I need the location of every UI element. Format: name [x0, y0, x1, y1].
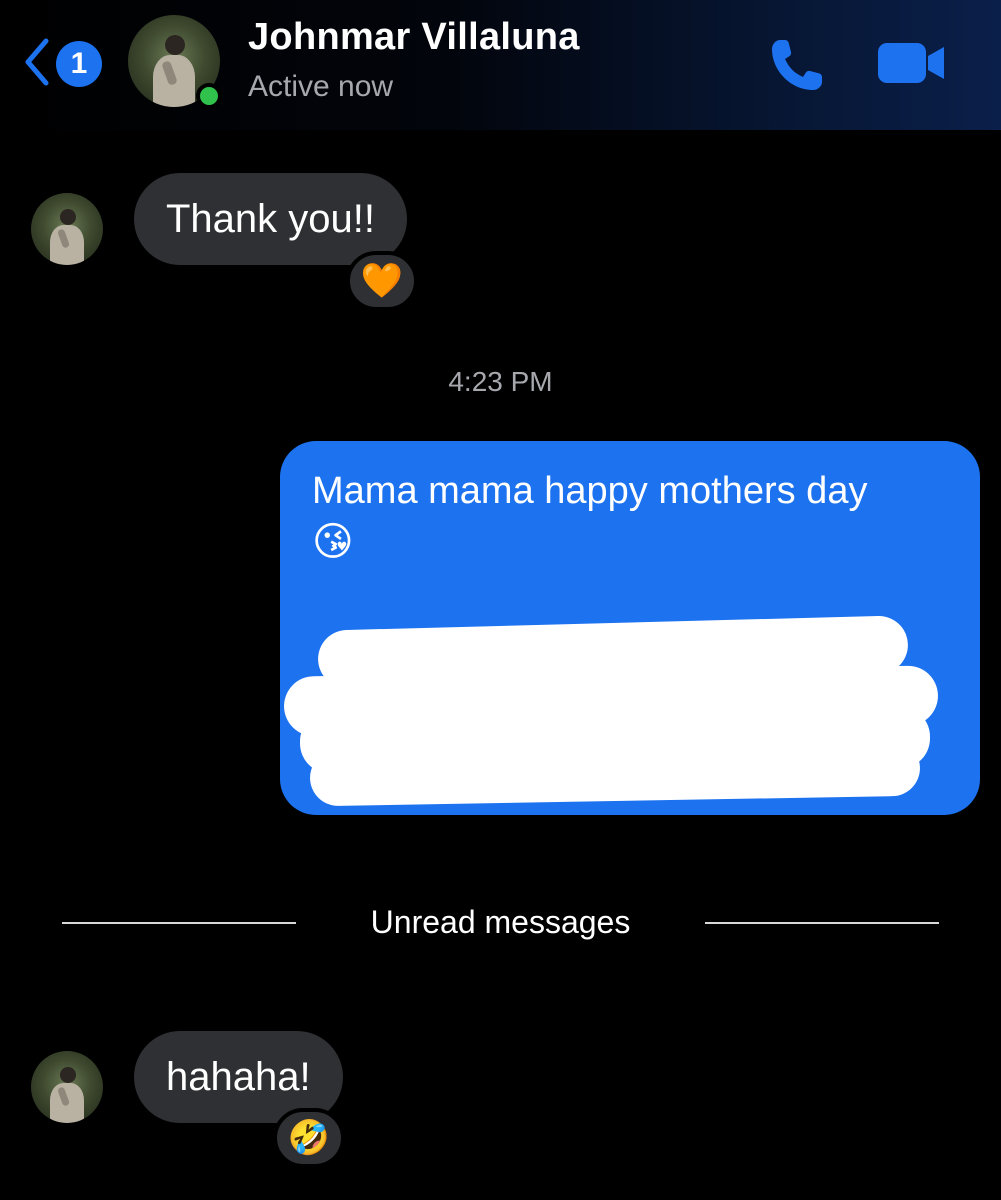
message-timestamp: 4:23 PM	[448, 366, 553, 397]
back-button[interactable]: 1	[22, 36, 104, 88]
sender-avatar[interactable]	[31, 1051, 103, 1123]
chat-header: 1 Johnmar Villaluna Active now	[0, 0, 1001, 130]
reaction-heart-badge[interactable]: 🧡	[346, 251, 418, 311]
video-call-button[interactable]	[876, 40, 946, 86]
voice-call-button[interactable]	[768, 36, 828, 94]
phone-icon	[772, 40, 822, 90]
kiss-emoji: 😘	[312, 520, 354, 564]
message-bubble-outgoing[interactable]: Mama mama happy mothers day 😘	[280, 441, 980, 815]
redaction-scribble	[309, 739, 921, 807]
chevron-left-icon	[25, 38, 49, 86]
active-status: Active now	[248, 70, 394, 103]
sender-avatar[interactable]	[31, 193, 103, 265]
contact-name[interactable]: Johnmar Villaluna	[248, 16, 580, 59]
video-camera-icon	[878, 43, 944, 83]
unread-count-badge: 1	[56, 41, 102, 87]
divider-line-right	[705, 922, 939, 924]
message-bubble-incoming[interactable]: Thank you!!	[134, 173, 408, 265]
contact-avatar[interactable]	[128, 15, 222, 109]
reaction-laughing-badge[interactable]: 🤣	[273, 1108, 345, 1168]
online-status-dot	[196, 83, 222, 109]
message-text: Mama mama happy mothers day	[312, 470, 868, 512]
